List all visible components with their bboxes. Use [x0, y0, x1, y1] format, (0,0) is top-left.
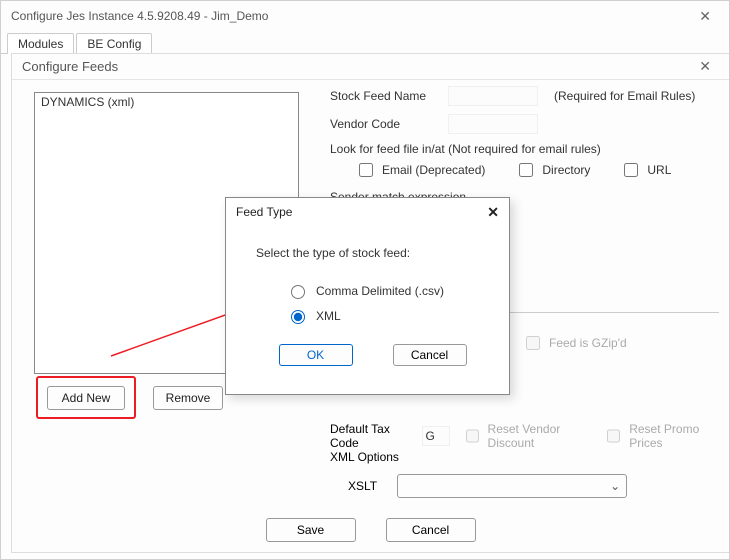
reset-promo-checkbox-label: Reset Promo Prices	[603, 422, 719, 450]
feed-type-dialog: Feed Type ✕ Select the type of stock fee…	[225, 197, 510, 395]
vendor-code-label: Vendor Code	[330, 117, 440, 131]
email-checkbox[interactable]	[359, 163, 373, 177]
email-checkbox-label[interactable]: Email (Deprecated)	[355, 160, 485, 180]
directory-checkbox-text: Directory	[542, 163, 590, 177]
reset-vendor-checkbox-label: Reset Vendor Discount	[462, 422, 592, 450]
stock-feed-name-label: Stock Feed Name	[330, 89, 440, 103]
inner-window-title: Configure Feeds	[22, 59, 691, 74]
stock-feed-name-hint: (Required for Email Rules)	[554, 89, 695, 103]
main-titlebar: Configure Jes Instance 4.5.9208.49 - Jim…	[1, 1, 729, 31]
radio-xml[interactable]	[291, 310, 305, 324]
default-tax-label: Default Tax Code	[330, 422, 410, 450]
url-checkbox[interactable]	[624, 163, 638, 177]
radio-csv-label: Comma Delimited (.csv)	[316, 284, 444, 298]
gzip-checkbox-text: Feed is GZip'd	[549, 336, 627, 350]
main-window-title: Configure Jes Instance 4.5.9208.49 - Jim…	[11, 9, 691, 23]
dialog-close-icon[interactable]: ✕	[487, 204, 499, 221]
xslt-label: XSLT	[348, 479, 377, 493]
radio-csv-row[interactable]: Comma Delimited (.csv)	[286, 282, 489, 299]
email-checkbox-text: Email (Deprecated)	[382, 163, 485, 177]
dialog-titlebar: Feed Type ✕	[226, 198, 509, 226]
dialog-cancel-button[interactable]: Cancel	[393, 344, 467, 366]
gzip-checkbox-label: Feed is GZip'd	[522, 333, 627, 353]
default-tax-input[interactable]	[422, 426, 450, 446]
add-new-button[interactable]: Add New	[47, 386, 125, 410]
reset-promo-text: Reset Promo Prices	[629, 422, 719, 450]
dialog-prompt: Select the type of stock feed:	[256, 246, 489, 260]
xslt-combobox[interactable]	[397, 474, 627, 498]
url-checkbox-label[interactable]: URL	[620, 160, 671, 180]
directory-checkbox[interactable]	[519, 163, 533, 177]
directory-checkbox-label[interactable]: Directory	[515, 160, 590, 180]
stock-feed-name-input[interactable]	[448, 86, 538, 106]
reset-promo-checkbox	[607, 429, 620, 443]
dialog-ok-button[interactable]: OK	[279, 344, 353, 366]
save-button[interactable]: Save	[266, 518, 356, 542]
dialog-title-text: Feed Type	[236, 205, 487, 219]
look-for-label: Look for feed file in/at (Not required f…	[330, 142, 719, 156]
vendor-code-input[interactable]	[448, 114, 538, 134]
radio-xml-row[interactable]: XML	[286, 307, 489, 324]
feeds-list-item[interactable]: DYNAMICS (xml)	[41, 95, 292, 109]
xml-options-label: XML Options	[330, 450, 719, 464]
form-area: Stock Feed Name (Required for Email Rule…	[330, 86, 719, 204]
radio-xml-label: XML	[316, 309, 341, 323]
inner-close-icon[interactable]: ✕	[691, 56, 719, 77]
radio-csv[interactable]	[291, 285, 305, 299]
cancel-button[interactable]: Cancel	[386, 518, 476, 542]
reset-vendor-text: Reset Vendor Discount	[488, 422, 592, 450]
gzip-checkbox	[526, 336, 540, 350]
inner-titlebar: Configure Feeds ✕	[12, 54, 729, 80]
tab-be-config[interactable]: BE Config	[76, 33, 152, 54]
close-icon[interactable]: ✕	[691, 6, 719, 27]
remove-button[interactable]: Remove	[153, 386, 223, 410]
main-window: Configure Jes Instance 4.5.9208.49 - Jim…	[0, 0, 730, 560]
reset-vendor-checkbox	[466, 429, 479, 443]
tab-modules[interactable]: Modules	[7, 33, 74, 54]
url-checkbox-text: URL	[647, 163, 671, 177]
tab-bar: Modules BE Config	[1, 33, 729, 54]
